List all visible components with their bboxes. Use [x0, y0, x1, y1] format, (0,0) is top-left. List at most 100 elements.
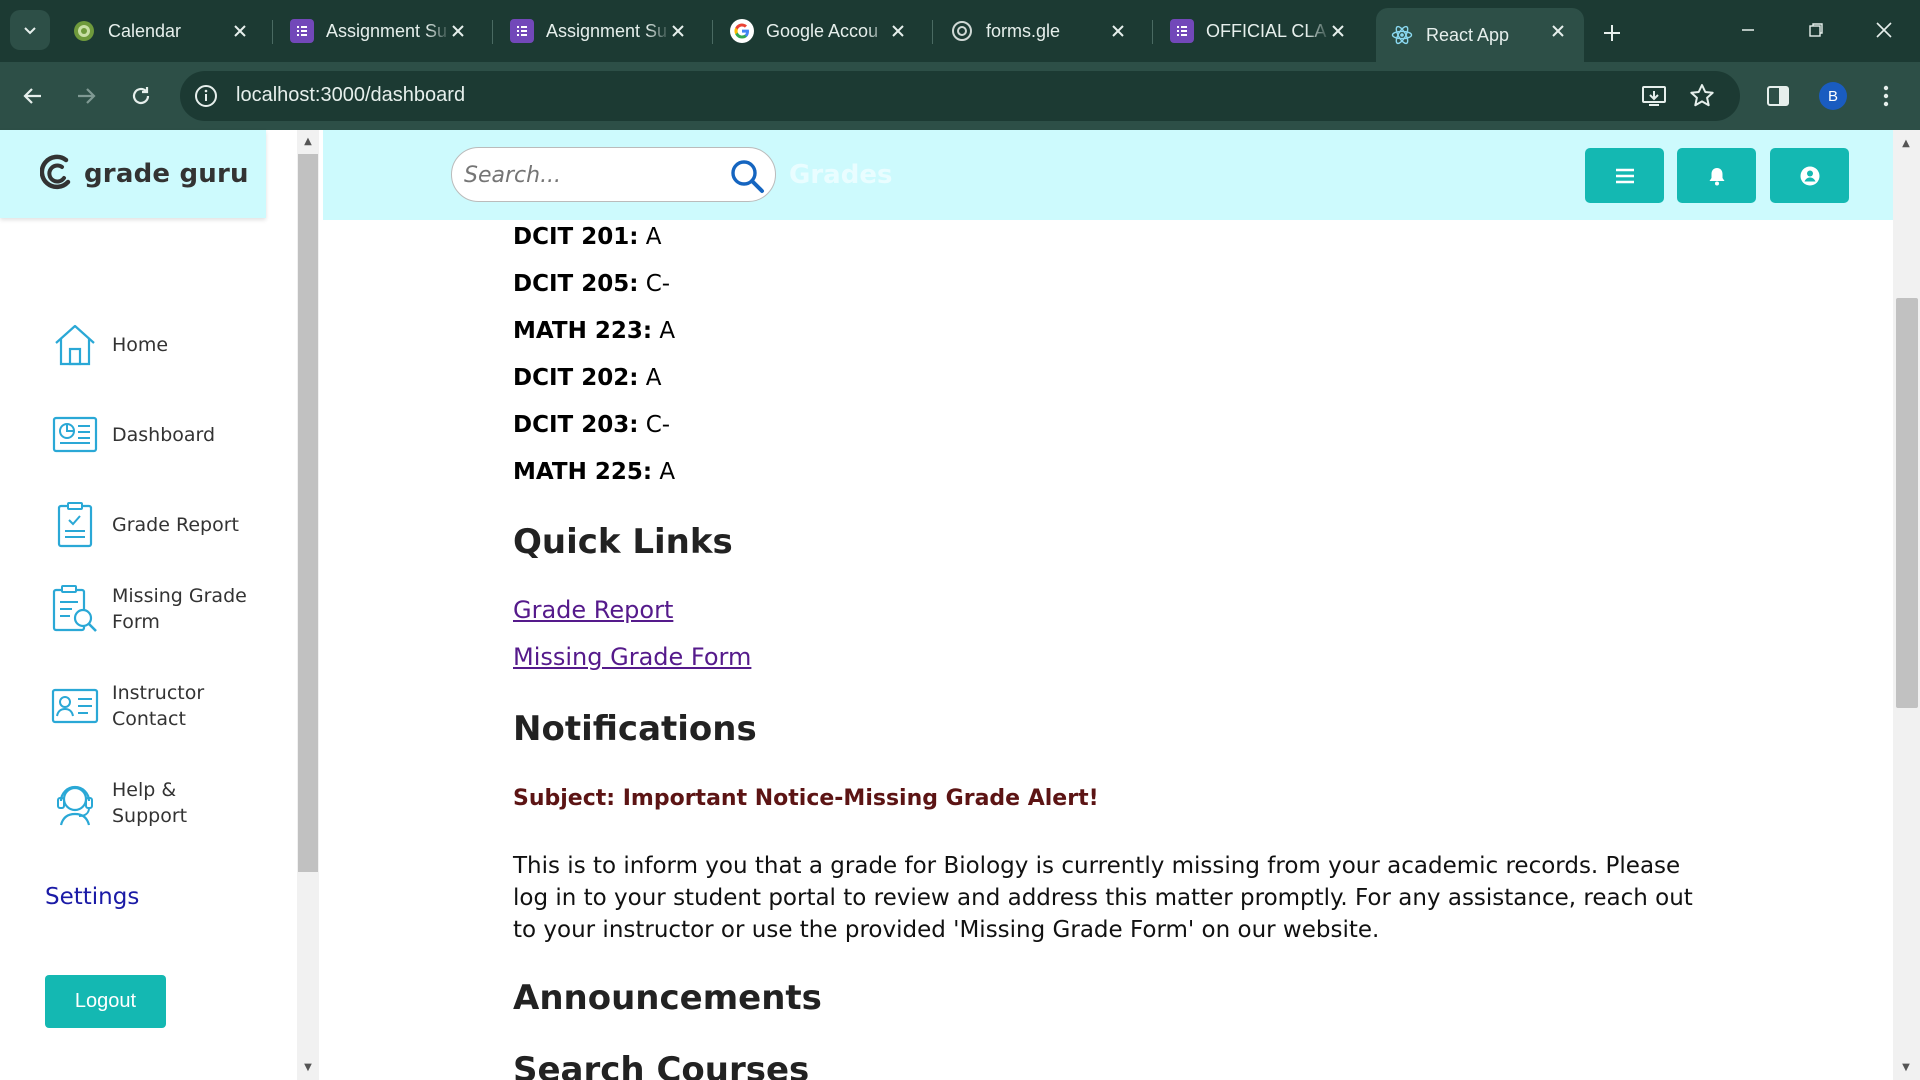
browser-menu-button[interactable] — [1866, 76, 1906, 116]
notifications-button[interactable] — [1677, 148, 1756, 203]
side-panel-icon[interactable] — [1758, 76, 1798, 116]
main-scrollbar-thumb[interactable] — [1896, 298, 1918, 708]
back-button[interactable] — [13, 76, 53, 116]
new-tab-button[interactable] — [1594, 15, 1630, 51]
tab-assignment-2[interactable]: Assignment Su — [496, 8, 704, 54]
grade-row: DCIT 202: A — [513, 365, 661, 391]
site-info-icon[interactable] — [194, 84, 218, 108]
url-text[interactable]: localhost:3000/dashboard — [236, 84, 465, 107]
close-tab-icon[interactable] — [1106, 19, 1130, 43]
kebab-menu-icon — [1883, 85, 1889, 107]
announcements-heading: Announcements — [513, 978, 822, 1018]
reload-button[interactable] — [121, 76, 161, 116]
tab-separator — [492, 20, 493, 44]
page-title: Grades — [789, 160, 893, 190]
close-tab-icon[interactable] — [446, 19, 470, 43]
scroll-up-arrow-icon[interactable]: ▲ — [1900, 138, 1912, 150]
course-code: MATH 225: — [513, 459, 653, 485]
sidebar-item-label: Grade Report — [112, 514, 239, 536]
user-circle-icon — [1800, 166, 1819, 185]
sidebar-scrollbar-thumb[interactable] — [298, 154, 318, 872]
tab-title: Assignment Su — [326, 20, 448, 41]
tab-title: Assignment Su — [546, 20, 668, 41]
sidebar-item-label: Missing Grade Form — [112, 585, 247, 633]
scroll-down-arrow-icon[interactable]: ▼ — [1900, 1062, 1912, 1074]
profile-button[interactable]: B — [1813, 76, 1853, 116]
tab-forms-gle[interactable]: forms.gle — [936, 8, 1144, 54]
close-tab-icon[interactable] — [886, 19, 910, 43]
forward-button[interactable] — [66, 76, 106, 116]
app-header: Grades — [323, 130, 1893, 220]
grade-row: MATH 225: A — [513, 459, 675, 485]
search-input[interactable] — [464, 160, 714, 190]
grade-row: MATH 223: A — [513, 318, 675, 344]
scroll-down-arrow-icon[interactable]: ▼ — [302, 1062, 314, 1074]
tab-separator — [932, 20, 933, 44]
search-courses-heading: Search Courses — [513, 1050, 810, 1080]
quick-link-grade-report[interactable]: Grade Report — [513, 596, 673, 624]
course-grade: A — [659, 459, 676, 485]
restore-button[interactable] — [1788, 10, 1844, 50]
tab-google-account[interactable]: Google Accou — [716, 8, 924, 54]
browser-toolbar: localhost:3000/dashboard B — [0, 62, 1920, 130]
install-app-icon[interactable] — [1640, 82, 1668, 110]
close-tab-icon[interactable] — [1546, 19, 1570, 43]
tab-calendar[interactable]: Calendar — [58, 8, 266, 54]
settings-link[interactable]: Settings — [45, 884, 139, 910]
course-code: DCIT 201: — [513, 224, 639, 250]
instructor-contact-icon — [50, 681, 100, 731]
reload-icon — [132, 87, 150, 105]
minimize-icon — [1742, 29, 1754, 31]
account-button[interactable] — [1770, 148, 1849, 203]
logout-button[interactable]: Logout — [45, 975, 166, 1028]
course-grade: C- — [645, 412, 671, 438]
course-code: MATH 223: — [513, 318, 653, 344]
search-icon[interactable] — [729, 158, 765, 194]
search-box[interactable] — [451, 147, 776, 202]
course-code: DCIT 203: — [513, 412, 639, 438]
main-content: DCIT 201: A DCIT 205: C- MATH 223: A DCI… — [323, 220, 1893, 1080]
menu-button[interactable] — [1585, 148, 1664, 203]
tab-title: OFFICIAL CLA — [1206, 20, 1327, 41]
brand-name: grade guru — [84, 159, 249, 189]
help-support-icon — [50, 778, 100, 828]
sidebar-item-grade-report[interactable]: Grade Report — [50, 500, 252, 550]
close-tab-icon[interactable] — [228, 19, 252, 43]
sidebar-item-home[interactable]: Home — [50, 320, 252, 370]
tab-separator — [272, 20, 273, 44]
grade-guru-logo-icon — [40, 154, 71, 190]
forms-favicon-icon — [510, 19, 534, 43]
plus-icon — [1604, 25, 1620, 41]
close-tab-icon[interactable] — [1326, 19, 1350, 43]
avatar: B — [1819, 82, 1847, 110]
home-icon — [50, 320, 100, 370]
sidebar-item-missing-grade-form[interactable]: Missing Grade Form — [50, 583, 252, 635]
arrow-right-icon — [78, 88, 96, 104]
tab-assignment-1[interactable]: Assignment Su — [276, 8, 484, 54]
scroll-up-arrow-icon[interactable]: ▲ — [302, 136, 314, 148]
arrow-left-icon — [23, 88, 41, 104]
sidebar-item-instructor-contact[interactable]: Instructor Contact — [50, 680, 252, 732]
address-bar[interactable]: localhost:3000/dashboard — [180, 71, 1740, 121]
course-code: DCIT 205: — [513, 271, 639, 297]
close-tab-icon[interactable] — [666, 19, 690, 43]
chevron-down-icon — [24, 27, 36, 35]
tab-separator — [712, 20, 713, 44]
brand[interactable]: grade guru — [0, 130, 266, 218]
sidebar-item-dashboard[interactable]: Dashboard — [50, 410, 252, 460]
sidebar-item-help-support[interactable]: Help & Support — [50, 777, 252, 829]
quick-link-missing-grade-form[interactable]: Missing Grade Form — [513, 643, 751, 671]
grade-row: DCIT 201: A — [513, 224, 661, 250]
missing-grade-form-icon — [50, 584, 100, 634]
close-window-button[interactable] — [1856, 10, 1912, 50]
bookmark-star-icon[interactable] — [1688, 82, 1716, 110]
tab-react-app[interactable]: React App — [1376, 8, 1584, 62]
course-grade: A — [659, 318, 676, 344]
tab-separator — [1152, 20, 1153, 44]
minimize-button[interactable] — [1720, 10, 1776, 50]
course-grade: A — [645, 365, 662, 391]
tab-search-button[interactable] — [10, 10, 50, 50]
calendar-favicon-icon — [72, 19, 96, 43]
grade-row: DCIT 203: C- — [513, 412, 670, 438]
tab-official-class[interactable]: OFFICIAL CLA — [1156, 8, 1364, 54]
